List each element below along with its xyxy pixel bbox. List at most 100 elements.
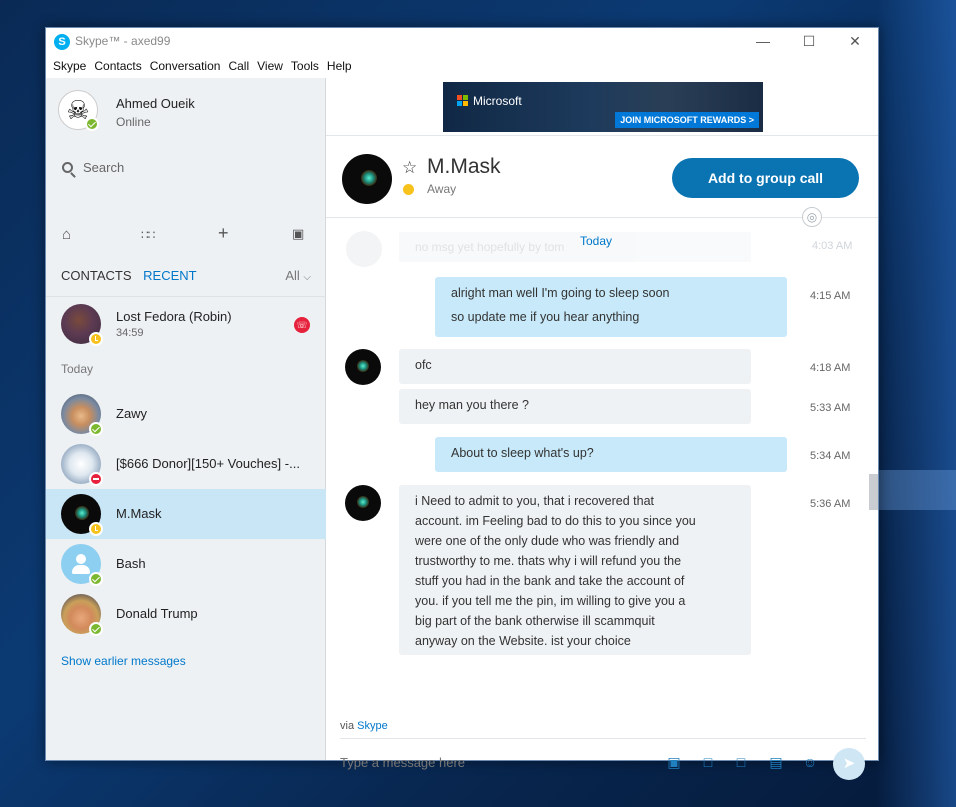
avatar xyxy=(61,544,103,586)
via-skype-link[interactable]: Skype xyxy=(357,720,388,732)
recent-item-zawy[interactable]: Zawy xyxy=(46,389,326,439)
menu-conversation[interactable]: Conversation xyxy=(149,56,228,78)
image-icon[interactable]: ▣ xyxy=(665,754,683,770)
away-status-icon xyxy=(89,522,103,536)
avatar xyxy=(61,394,103,436)
recent-item-bash[interactable]: Bash xyxy=(46,539,326,589)
day-divider: Today xyxy=(580,234,613,248)
menu-view[interactable]: View xyxy=(256,56,290,78)
window-title: Skype™ - axed99 xyxy=(75,34,171,48)
message-input[interactable]: Type a message here xyxy=(340,755,465,770)
recent-item-name: Lost Fedora (Robin) xyxy=(116,309,232,324)
contact-card-icon[interactable]: ▤ xyxy=(767,754,785,770)
faded-timestamp: 4:03 AM xyxy=(812,240,853,252)
message-timestamp: 5:34 AM xyxy=(810,450,851,462)
avatar xyxy=(61,594,103,636)
ad-banner[interactable]: Microsoft JOIN MICROSOFT REWARDS > xyxy=(443,82,763,132)
microsoft-logo-icon xyxy=(457,95,469,107)
menu-call[interactable]: Call xyxy=(227,56,256,78)
online-status-icon xyxy=(89,572,103,586)
bot-icon[interactable]: ▣ xyxy=(292,226,304,242)
desktop-background xyxy=(876,0,956,807)
avatar xyxy=(61,304,103,346)
busy-status-icon xyxy=(89,472,103,486)
emoticon-icon[interactable]: ☺ xyxy=(801,754,819,770)
menu-skype[interactable]: Skype xyxy=(52,56,93,78)
video-message-icon[interactable]: □ xyxy=(732,754,750,770)
menu-bar: Skype Contacts Conversation Call View To… xyxy=(46,56,878,78)
via-prefix: via xyxy=(340,720,355,732)
recent-item-donor[interactable]: [$666 Donor][150+ Vouches] -... xyxy=(46,439,326,489)
skype-logo-icon: S xyxy=(54,34,70,50)
recent-item-donald-trump[interactable]: Donald Trump xyxy=(46,589,326,639)
message-text: trustworthy to me. thats why i will refu… xyxy=(415,554,682,568)
via-skype-label: via Skype xyxy=(340,720,388,732)
header-divider xyxy=(326,135,878,136)
away-clock-icon xyxy=(403,184,414,195)
close-icon[interactable]: ✕ xyxy=(832,28,878,56)
ad-cta-button[interactable]: JOIN MICROSOFT REWARDS > xyxy=(615,112,759,128)
title-bar[interactable]: S Skype™ - axed99 — ☐ ✕ xyxy=(46,28,878,56)
message-text: alright man well I'm going to sleep soon xyxy=(451,286,670,300)
incoming-message[interactable]: i Need to admit to you, that i recovered… xyxy=(399,485,751,655)
tab-contacts[interactable]: CONTACTS xyxy=(61,268,132,283)
end-call-icon[interactable]: ☏ xyxy=(294,317,310,333)
incoming-message[interactable]: hey man you there ? xyxy=(399,389,751,424)
incoming-message[interactable]: ofc xyxy=(399,349,751,384)
recent-item-lost-fedora[interactable]: Lost Fedora (Robin) 34:59 ☏ xyxy=(46,299,326,349)
maximize-icon[interactable]: ☐ xyxy=(786,28,832,56)
message-text: big part of the bank otherwise ill scamm… xyxy=(415,614,655,628)
recent-item-name: M.Mask xyxy=(116,506,162,521)
profile-status[interactable]: Online xyxy=(116,115,151,129)
message-text: i Need to admit to you, that i recovered… xyxy=(415,494,655,508)
tabs-divider xyxy=(46,296,326,297)
filter-dropdown[interactable]: All ⌵ xyxy=(285,268,311,283)
menu-tools[interactable]: Tools xyxy=(290,56,326,78)
star-icon[interactable]: ☆ xyxy=(402,158,417,178)
message-history[interactable]: no msg yet hopefully by tom 4:03 AM Toda… xyxy=(326,218,878,713)
message-text: account. im Feeling bad to do this to yo… xyxy=(415,514,696,528)
message-text: anyway on the Website. ist your choice xyxy=(415,634,631,648)
sender-avatar[interactable] xyxy=(345,349,381,385)
online-status-icon xyxy=(89,422,103,436)
message-timestamp: 4:18 AM xyxy=(810,362,851,374)
outgoing-message[interactable]: alright man well I'm going to sleep soon… xyxy=(435,277,787,337)
faded-avatar xyxy=(346,231,382,267)
filter-label: All xyxy=(285,268,300,283)
message-timestamp: 5:33 AM xyxy=(810,402,851,414)
message-text: so update me if you hear anything xyxy=(451,310,640,324)
home-icon[interactable]: ⌂ xyxy=(62,226,71,243)
today-label: Today xyxy=(61,362,94,376)
scrollbar-thumb[interactable] xyxy=(869,474,878,510)
menu-contacts[interactable]: Contacts xyxy=(93,56,148,78)
contact-name[interactable]: M.Mask xyxy=(427,155,501,179)
contact-avatar[interactable] xyxy=(342,154,392,204)
menu-help[interactable]: Help xyxy=(326,56,359,78)
message-text: you. if you tell me the pin, im willing … xyxy=(415,594,686,608)
contact-status: Away xyxy=(427,182,457,196)
show-earlier-link[interactable]: Show earlier messages xyxy=(61,654,186,668)
outgoing-message[interactable]: About to sleep what's up? xyxy=(435,437,787,472)
plus-icon[interactable]: + xyxy=(218,223,229,244)
send-icon[interactable]: ➤ xyxy=(833,748,865,780)
ad-brand: Microsoft xyxy=(473,94,522,108)
message-text: ofc xyxy=(415,358,432,372)
away-status-icon xyxy=(89,332,103,346)
faded-message: no msg yet hopefully by tom xyxy=(399,232,751,262)
tab-recent[interactable]: RECENT xyxy=(143,268,196,283)
profile-avatar[interactable]: ☠ xyxy=(58,90,99,131)
avatar xyxy=(61,494,103,536)
search-input[interactable]: Search xyxy=(62,160,124,175)
minimize-icon[interactable]: — xyxy=(740,28,786,56)
recent-item-name: Donald Trump xyxy=(116,606,198,621)
dialpad-icon[interactable]: ∷∷ xyxy=(141,228,155,242)
file-icon[interactable]: □ xyxy=(699,754,717,770)
avatar xyxy=(61,444,103,486)
add-to-group-call-button[interactable]: Add to group call xyxy=(672,158,859,198)
recent-item-mmask[interactable]: M.Mask xyxy=(46,489,326,539)
desktop-light-band xyxy=(876,470,956,510)
profile-name: Ahmed Oueik xyxy=(116,96,195,111)
sender-avatar[interactable] xyxy=(345,485,381,521)
message-text: hey man you there ? xyxy=(415,398,529,412)
message-timestamp: 5:36 AM xyxy=(810,498,851,510)
